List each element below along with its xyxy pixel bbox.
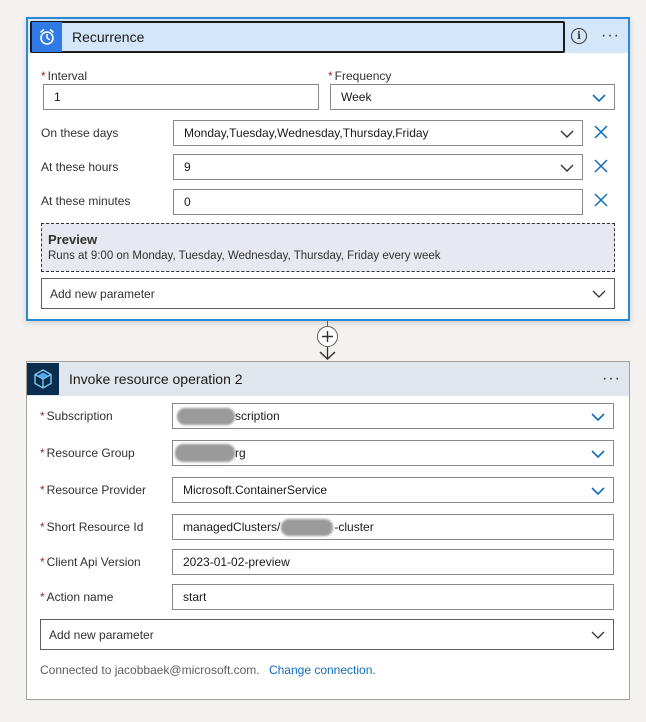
chevron-down-icon bbox=[591, 450, 605, 459]
alarm-clock-icon bbox=[32, 22, 62, 52]
clear-icon[interactable] bbox=[593, 124, 609, 140]
days-dropdown[interactable]: Monday,Tuesday,Wednesday,Thursday,Friday bbox=[173, 120, 583, 146]
connected-text: Connected to jacobbaek@microsoft.com. bbox=[40, 663, 260, 677]
resource-provider-label: * Resource Provider bbox=[40, 483, 147, 497]
hours-label: At these hours bbox=[41, 160, 119, 174]
resource-provider-dropdown[interactable]: Microsoft.ContainerService bbox=[172, 477, 614, 503]
subscription-label: * Subscription bbox=[40, 409, 113, 423]
client-api-version-label: * Client Api Version bbox=[40, 555, 141, 569]
redacted-blur bbox=[175, 444, 235, 462]
add-parameter-dropdown[interactable]: Add new parameter bbox=[41, 278, 615, 309]
action-name-input[interactable]: start bbox=[172, 584, 614, 610]
invoke-title: Invoke resource operation 2 bbox=[69, 371, 243, 387]
redacted-blur bbox=[177, 408, 235, 425]
info-icon[interactable]: i bbox=[571, 28, 588, 44]
resource-group-label: * Resource Group bbox=[40, 446, 135, 460]
add-parameter-dropdown[interactable]: Add new parameter bbox=[40, 619, 614, 650]
more-options-icon[interactable]: ··· bbox=[602, 371, 621, 387]
more-options-icon[interactable]: ··· bbox=[601, 28, 620, 44]
frequency-dropdown[interactable]: Week bbox=[330, 84, 615, 110]
chevron-down-icon bbox=[560, 130, 574, 138]
chevron-down-icon bbox=[591, 487, 605, 496]
interval-input[interactable]: 1 bbox=[43, 84, 319, 110]
resource-group-dropdown[interactable]: rg bbox=[172, 440, 614, 466]
short-resource-id-label: * Short Resource Id bbox=[40, 520, 144, 534]
subscription-dropdown[interactable]: scription bbox=[172, 403, 614, 429]
plus-icon[interactable] bbox=[317, 326, 338, 347]
frequency-label: * Frequency bbox=[328, 69, 392, 83]
recurrence-card: Recurrence i ··· * Interval 1 * Frequency … bbox=[26, 17, 630, 321]
chevron-down-icon bbox=[560, 164, 574, 172]
minutes-input[interactable]: 0 bbox=[173, 189, 583, 215]
preview-title: Preview bbox=[48, 232, 98, 247]
preview-box: Preview Runs at 9:00 on Monday, Tuesday,… bbox=[41, 223, 615, 272]
recurrence-title-box[interactable]: Recurrence bbox=[30, 21, 565, 53]
minutes-label: At these minutes bbox=[41, 194, 131, 208]
hours-dropdown[interactable]: 9 bbox=[173, 154, 583, 180]
cube-icon bbox=[27, 363, 59, 395]
invoke-header[interactable]: Invoke resource operation 2 ··· bbox=[27, 362, 629, 396]
invoke-card: Invoke resource operation 2 ··· * Subscri… bbox=[26, 361, 630, 700]
clear-icon[interactable] bbox=[593, 192, 609, 208]
short-resource-id-input[interactable]: managedClusters/ -cluster bbox=[172, 514, 614, 540]
connection-info: Connected to jacobbaek@microsoft.com. Ch… bbox=[40, 663, 376, 677]
preview-text: Runs at 9:00 on Monday, Tuesday, Wednesd… bbox=[48, 250, 441, 262]
clear-icon[interactable] bbox=[593, 158, 609, 174]
client-api-version-input[interactable]: 2023-01-02-preview bbox=[172, 549, 614, 575]
recurrence-title: Recurrence bbox=[72, 29, 145, 45]
chevron-down-icon bbox=[592, 290, 606, 298]
recurrence-header[interactable]: Recurrence i ··· bbox=[28, 19, 628, 53]
arrow-down-icon bbox=[319, 347, 336, 361]
chevron-down-icon bbox=[591, 413, 605, 422]
chevron-down-icon bbox=[591, 631, 605, 639]
days-label: On these days bbox=[41, 126, 119, 140]
action-name-label: * Action name bbox=[40, 590, 114, 604]
chevron-down-icon bbox=[592, 94, 606, 103]
interval-label: * Interval bbox=[41, 69, 88, 83]
change-connection-link[interactable]: Change connection. bbox=[269, 663, 376, 677]
redacted-blur bbox=[281, 518, 334, 536]
